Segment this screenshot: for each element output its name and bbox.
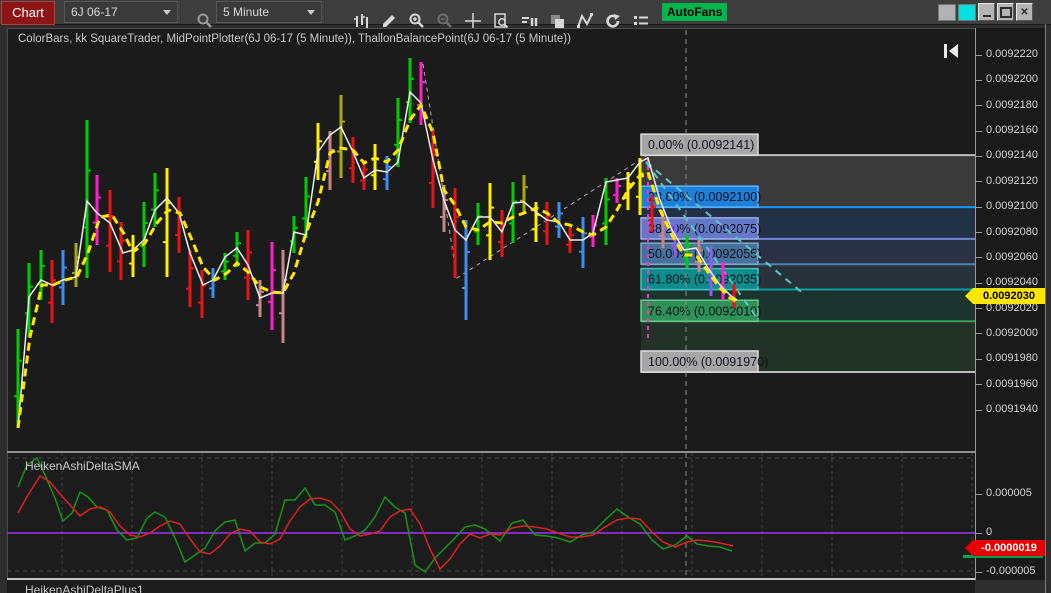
price-axis-tick: 0.0092220 <box>986 48 1038 60</box>
indicator-marker-value: -0.0000019 <box>973 539 1045 556</box>
indicator-axis-tick-dash <box>976 571 982 573</box>
price-axis-tick: 0.0091940 <box>986 403 1038 415</box>
indicator-chart-canvas[interactable] <box>7 453 975 579</box>
indicator-axis-tick-dash <box>976 493 982 495</box>
current-price-marker: 0.0092030 <box>965 287 1045 304</box>
price-marker-arrow-icon <box>965 287 973 304</box>
price-axis-tick-dash <box>976 282 982 284</box>
indicator-marker-arrow-icon <box>965 539 973 556</box>
indicator-line-delta <box>17 456 733 574</box>
price-axis-tick: 0.0092180 <box>986 98 1038 111</box>
indicator-line-delta_sma <box>17 474 734 571</box>
price-axis-tick-dash <box>976 206 982 208</box>
zoom-in-button[interactable] <box>394 1 424 28</box>
instrument-search-button[interactable] <box>184 1 212 28</box>
crosshair-button[interactable] <box>450 1 481 29</box>
indicator-axis-tick: -0.000005 <box>986 565 1036 577</box>
bottom-panel-label: HeikenAshiDeltaPlus1 <box>25 583 144 593</box>
indicator-value-marker: -0.0000019 <box>965 539 1045 556</box>
price-axis-tick: 0.0092120 <box>986 174 1038 187</box>
price-axis-tick-dash <box>976 308 982 310</box>
indicator-axis-tick: 0.000005 <box>986 487 1032 499</box>
bottom-panel-background <box>7 580 975 593</box>
chart-style-button[interactable] <box>338 1 368 28</box>
price-axis-tick: 0.0092000 <box>986 326 1038 339</box>
toolbar-icons <box>338 1 648 29</box>
price-axis-tick-dash <box>976 130 982 132</box>
workspace-tab-gray[interactable] <box>938 3 956 21</box>
chart-tab[interactable]: Chart <box>1 0 55 25</box>
main-chart-canvas[interactable]: 0.00% (0.0092141) 23.60% (0.0092100) 38.20… <box>7 28 975 451</box>
chart-title: ColorBars, kk SquareTrader, MidPointPlot… <box>18 33 571 45</box>
toolbar: Chart 6J 06-17 5 Minute AutoFans ✕ <box>0 0 1051 29</box>
price-axis-tick-dash <box>976 232 982 233</box>
price-axis-tick: 0.0092140 <box>986 149 1038 162</box>
zigzag-button[interactable] <box>562 1 593 28</box>
maximize-button[interactable] <box>997 3 1014 21</box>
autofans-button[interactable]: AutoFans <box>662 3 728 21</box>
maximize-icon <box>999 6 1012 18</box>
price-axis-tick: 0.0092060 <box>986 250 1038 263</box>
data-box-button[interactable] <box>478 1 509 29</box>
close-icon: ✕ <box>1020 6 1029 18</box>
instrument-value: 6J 06-17 <box>71 5 118 19</box>
price-axis-tick-dash <box>976 358 982 360</box>
properties-button[interactable] <box>618 1 648 25</box>
indicator-panel-label: HeikenAshiDeltaSMA <box>25 459 140 473</box>
fib-label-text: 38.20% (0.0092075) <box>648 222 761 236</box>
trading-app-window: Chart 6J 06-17 5 Minute AutoFans ✕ Color… <box>0 0 1051 593</box>
price-axis-tick: 0.0092040 <box>986 276 1038 289</box>
interval-value: 5 Minute <box>223 5 270 19</box>
fib-label-text: 76.40% (0.0092010) <box>648 304 761 318</box>
price-axis-tick-dash <box>976 155 982 157</box>
axis-right-border <box>1045 24 1046 593</box>
chevron-down-icon <box>163 9 171 15</box>
chevron-down-icon <box>307 9 315 15</box>
close-button[interactable]: ✕ <box>1016 3 1033 21</box>
price-axis-tick-dash <box>976 257 982 259</box>
reload-button[interactable] <box>590 1 620 28</box>
workspace-tab-cyan[interactable] <box>958 3 976 21</box>
price-axis-tick: 0.0091980 <box>986 352 1038 365</box>
indicator-axis-tick: 0 <box>986 526 993 538</box>
interval-dropdown[interactable]: 5 Minute <box>216 1 322 23</box>
price-axis-tick: 0.0092200 <box>986 73 1038 86</box>
price-axis-tick: 0.0092080 <box>986 225 1038 238</box>
instrument-dropdown[interactable]: 6J 06-17 <box>64 1 178 23</box>
indicator-axis-tick-dash <box>976 532 982 534</box>
minimize-button[interactable] <box>978 3 995 21</box>
price-axis-tick-dash <box>976 105 982 107</box>
price-axis-tick-dash <box>976 181 982 183</box>
price-axis-tick-dash <box>976 409 982 411</box>
minimize-icon <box>982 15 991 17</box>
price-axis-tick-dash <box>976 333 982 335</box>
midpoint-plot-line <box>17 90 738 429</box>
price-axis-tick-dash <box>976 79 982 81</box>
price-axis-tick-dash <box>976 384 982 386</box>
fib-label-text: 100.00% (0.0091970) <box>648 355 768 369</box>
fib-label-text: 50.00% (0.0092055) <box>648 247 761 261</box>
fib-label-text: 61.80% (0.0092035) <box>648 273 761 287</box>
zoom-out-button[interactable] <box>422 1 452 28</box>
price-axis-tick: 0.0091960 <box>986 377 1038 390</box>
jump-to-latest-button[interactable] <box>941 42 961 60</box>
sma-dashed-line <box>16 101 738 429</box>
price-axis-tick-dash <box>976 54 982 56</box>
fib-label-text: 0.00% (0.0092141) <box>648 138 754 152</box>
price-axis-tick: 0.0092160 <box>986 124 1038 137</box>
fib-label-text: 23.60% (0.0092100) <box>648 190 761 204</box>
window-controls: ✕ <box>936 3 1033 21</box>
price-axis-tick: 0.0092100 <box>986 200 1038 213</box>
data-series-button[interactable] <box>506 1 538 26</box>
price-marker-value: 0.0092030 <box>973 287 1045 304</box>
